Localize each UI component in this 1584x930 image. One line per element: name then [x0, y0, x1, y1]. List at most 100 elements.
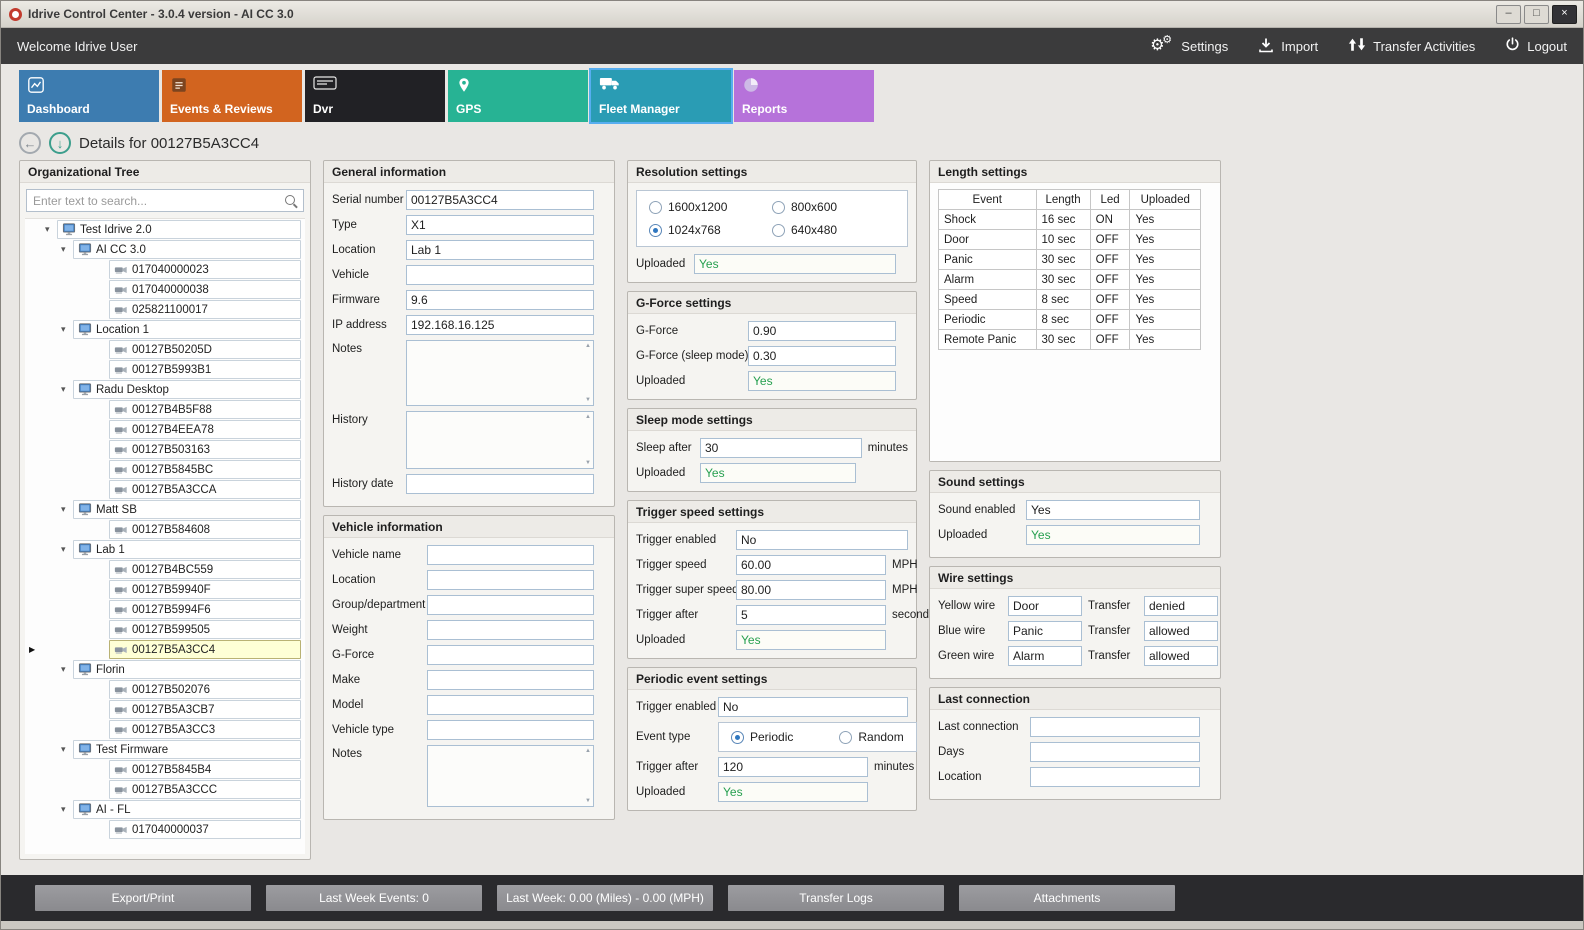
vehicle-g-force-input[interactable]	[427, 645, 594, 665]
sound-enabled-value[interactable]	[1026, 500, 1200, 520]
tree-node-box[interactable]: 00127B599505	[109, 620, 301, 639]
uploaded-value[interactable]	[1026, 525, 1200, 545]
maximize-button[interactable]: □	[1524, 5, 1549, 24]
sleep-after-input[interactable]	[700, 438, 862, 458]
trigger-speed-input[interactable]	[736, 555, 886, 575]
tree-device-017040000023[interactable]: 017040000023	[25, 260, 305, 279]
resolution-option-1024x768[interactable]: 1024x768	[649, 223, 772, 237]
vehicle-vehicle-type-input[interactable]	[427, 720, 594, 740]
expander-icon[interactable]: ▾	[61, 544, 73, 555]
tab-fleet-manager[interactable]: Fleet Manager	[591, 70, 731, 122]
periodic-uploaded-value[interactable]	[718, 782, 868, 802]
g-force-input[interactable]	[748, 321, 896, 341]
vehicle-make-input[interactable]	[427, 670, 594, 690]
blue-wire-transfer-input[interactable]	[1144, 621, 1218, 641]
tree-group-florin[interactable]: ▾Florin	[25, 660, 305, 679]
trigger-super-speed-input[interactable]	[736, 580, 886, 600]
table-row[interactable]: Periodic8 secOFFYes	[939, 310, 1201, 330]
green-wire-event-input[interactable]	[1008, 646, 1082, 666]
tab-reports[interactable]: Reports	[734, 70, 874, 122]
tree-node-box[interactable]: 00127B5845B4	[109, 760, 301, 779]
location-input[interactable]	[1030, 767, 1200, 787]
serial-number-input[interactable]	[406, 190, 594, 210]
tree-device-00127b59940f[interactable]: 00127B59940F	[25, 580, 305, 599]
tree-group-test-firmware[interactable]: ▾Test Firmware	[25, 740, 305, 759]
vehicle-input[interactable]	[406, 265, 594, 285]
tree-node-box[interactable]: 00127B584608	[109, 520, 301, 539]
tree-node-box[interactable]: 017040000023	[109, 260, 301, 279]
expander-icon[interactable]: ▾	[61, 744, 73, 755]
tab-gps[interactable]: GPS	[448, 70, 588, 122]
expander-icon[interactable]: ▾	[61, 384, 73, 395]
tree-device-00127b584608[interactable]: 00127B584608	[25, 520, 305, 539]
tree-node-box[interactable]: 00127B5994F6	[109, 600, 301, 619]
tree-group-test-idrive-2-0[interactable]: ▾Test Idrive 2.0	[25, 220, 305, 239]
tree-device-017040000037[interactable]: 017040000037	[25, 820, 305, 839]
tree-device-00127b5994f6[interactable]: 00127B5994F6	[25, 600, 305, 619]
tree-node-box[interactable]: 00127B4EEA78	[109, 420, 301, 439]
yellow-wire-event-input[interactable]	[1008, 596, 1082, 616]
tree-device-00127b599505[interactable]: 00127B599505	[25, 620, 305, 639]
tree-group-ai-fl[interactable]: ▾AI - FL	[25, 800, 305, 819]
vehicle-weight-input[interactable]	[427, 620, 594, 640]
resolution-option-640x480[interactable]: 640x480	[772, 223, 895, 237]
close-button[interactable]: ×	[1552, 5, 1577, 24]
tree-node-box[interactable]: AI - FL	[73, 800, 301, 819]
vehicle-vehicle-name-input[interactable]	[427, 545, 594, 565]
tree-node-box[interactable]: Florin	[73, 660, 301, 679]
tree-group-ai-cc-3-0[interactable]: ▾AI CC 3.0	[25, 240, 305, 259]
tree-node-box[interactable]: 017040000038	[109, 280, 301, 299]
last-connection-input[interactable]	[1030, 717, 1200, 737]
table-row[interactable]: Speed8 secOFFYes	[939, 290, 1201, 310]
tree-node-box[interactable]: Radu Desktop	[73, 380, 301, 399]
tree-group-lab-1[interactable]: ▾Lab 1	[25, 540, 305, 559]
tree-group-radu-desktop[interactable]: ▾Radu Desktop	[25, 380, 305, 399]
tree-node-box[interactable]: 00127B5A3CB7	[109, 700, 301, 719]
tree-node-box[interactable]: 00127B5845BC	[109, 460, 301, 479]
tree-node-box[interactable]: 00127B5993B1	[109, 360, 301, 379]
tree-device-00127b4b5f88[interactable]: 00127B4B5F88	[25, 400, 305, 419]
event-type-option-random[interactable]: Random	[839, 730, 903, 744]
tree-group-location-1[interactable]: ▾Location 1	[25, 320, 305, 339]
scroll-down-button[interactable]: ↓	[49, 132, 71, 154]
search-input[interactable]	[26, 189, 304, 212]
tree-device-00127b5a3cb7[interactable]: 00127B5A3CB7	[25, 700, 305, 719]
tree-node-box[interactable]: 00127B502076	[109, 680, 301, 699]
blue-wire-event-input[interactable]	[1008, 621, 1082, 641]
tab-events-reviews[interactable]: Events & Reviews	[162, 70, 302, 122]
location-input[interactable]	[406, 240, 594, 260]
green-wire-transfer-input[interactable]	[1144, 646, 1218, 666]
tree-node-box[interactable]: Test Idrive 2.0	[57, 220, 301, 239]
expander-icon[interactable]: ▾	[61, 504, 73, 515]
trigger-enabled-input[interactable]	[736, 530, 908, 550]
back-button[interactable]: ←	[19, 132, 41, 154]
tree-device-00127b50205d[interactable]: 00127B50205D	[25, 340, 305, 359]
tree-node-box[interactable]: 00127B4B5F88	[109, 400, 301, 419]
tree-device-00127b5993b1[interactable]: 00127B5993B1	[25, 360, 305, 379]
tree-device-00127b502076[interactable]: 00127B502076	[25, 680, 305, 699]
table-row[interactable]: Door10 secOFFYes	[939, 230, 1201, 250]
history-field[interactable]: ▲ ▼	[406, 411, 594, 469]
last-week-button[interactable]: Last Week: 0.00 (Miles) - 0.00 (MPH)	[497, 885, 713, 911]
vehicle-notes-field[interactable]: ▲ ▼	[427, 745, 594, 807]
days-input[interactable]	[1030, 742, 1200, 762]
tree-node-box[interactable]: 00127B5A3CCC	[109, 780, 301, 799]
tree-device-00127b4eea78[interactable]: 00127B4EEA78	[25, 420, 305, 439]
tree-device-00127b5a3cca[interactable]: 00127B5A3CCA	[25, 480, 305, 499]
vehicle-group-department-input[interactable]	[427, 595, 594, 615]
expander-icon[interactable]: ▾	[61, 804, 73, 815]
table-row[interactable]: Shock16 secONYes	[939, 210, 1201, 230]
tree-device-00127b5a3ccc[interactable]: 00127B5A3CCC	[25, 780, 305, 799]
minimize-button[interactable]: –	[1496, 5, 1521, 24]
yellow-wire-transfer-input[interactable]	[1144, 596, 1218, 616]
g-force-sleep-mode-input[interactable]	[748, 346, 896, 366]
tab-dashboard[interactable]: Dashboard	[19, 70, 159, 122]
expander-icon[interactable]: ▾	[61, 664, 73, 675]
history-date-input[interactable]	[406, 474, 594, 494]
last-week-events-button[interactable]: Last Week Events: 0	[266, 885, 482, 911]
tree-node-box[interactable]: 00127B503163	[109, 440, 301, 459]
tree-node-box[interactable]: Location 1	[73, 320, 301, 339]
resolution-option-1600x1200[interactable]: 1600x1200	[649, 200, 772, 214]
event-type-option-periodic[interactable]: Periodic	[731, 730, 793, 744]
tree-node-box[interactable]: 00127B5A3CC3	[109, 720, 301, 739]
